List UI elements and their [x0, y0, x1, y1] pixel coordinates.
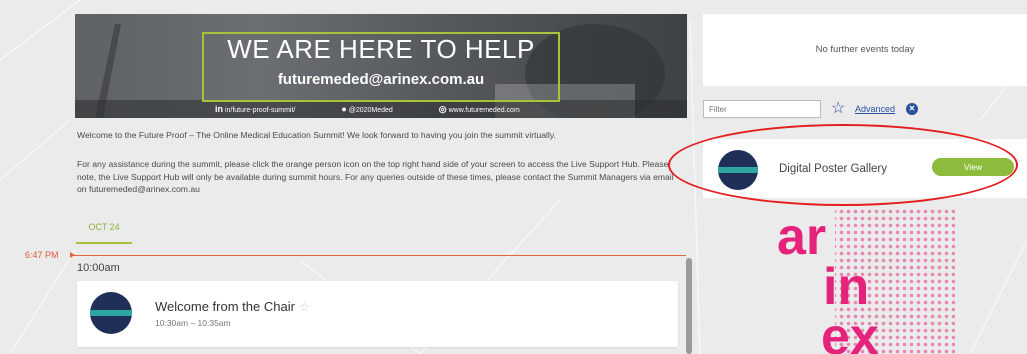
linkedin-handle: in/future-proof-summit/	[224, 107, 296, 114]
clear-filter-icon[interactable]: ✕	[906, 103, 918, 115]
slot-time: 10:00am	[77, 262, 120, 274]
help-banner: WE ARE HERE TO HELP futuremeded@arinex.c…	[75, 14, 687, 118]
current-time-label: 6:47 PM	[25, 250, 59, 260]
no-events-message: No further events today	[815, 44, 915, 55]
favorites-star-icon[interactable]: ☆	[831, 98, 845, 118]
website-link: ◎ www.futuremeded.com	[438, 104, 542, 114]
arinex-logo: ar in ex	[777, 208, 955, 354]
filter-input[interactable]	[703, 100, 821, 118]
tab-oct-24[interactable]: OCT 24	[76, 222, 132, 244]
welcome-text: Welcome to the Future Proof – The Online…	[77, 130, 556, 140]
help-text: For any assistance during the summit, pl…	[77, 159, 674, 195]
twitter-icon: ●	[341, 104, 347, 114]
twitter-handle: @2020Meded	[348, 107, 393, 114]
events-panel: No further events today	[703, 14, 1027, 86]
banner-title: WE ARE HERE TO HELP	[227, 34, 535, 64]
favorite-star-icon[interactable]: ☆	[299, 300, 310, 314]
red-annotation-circle	[668, 124, 1018, 206]
session-avatar	[90, 292, 132, 334]
globe-icon: ◎	[438, 104, 447, 114]
banner-social-links: in in/future-proof-summit/ ● @2020Meded …	[215, 104, 655, 116]
session-title-row: Welcome from the Chair ☆	[155, 299, 310, 314]
session-card[interactable]: Welcome from the Chair ☆ 10:30am – 10:35a…	[77, 281, 678, 347]
session-title: Welcome from the Chair	[155, 299, 295, 314]
current-time-line	[72, 255, 686, 256]
website-url: www.futuremeded.com	[448, 107, 520, 114]
linkedin-icon: in	[215, 104, 223, 114]
advanced-filter-link[interactable]: Advanced	[855, 104, 895, 114]
session-time: 10:30am – 10:35am	[155, 318, 231, 328]
scrollbar[interactable]	[686, 258, 692, 354]
linkedin-link: in in/future-proof-summit/	[215, 104, 317, 114]
svg-text:ar: ar	[777, 208, 826, 266]
twitter-link: ● @2020Meded	[341, 104, 414, 114]
svg-text:ex: ex	[821, 308, 879, 354]
banner-email: futuremeded@arinex.com.au	[277, 71, 485, 88]
